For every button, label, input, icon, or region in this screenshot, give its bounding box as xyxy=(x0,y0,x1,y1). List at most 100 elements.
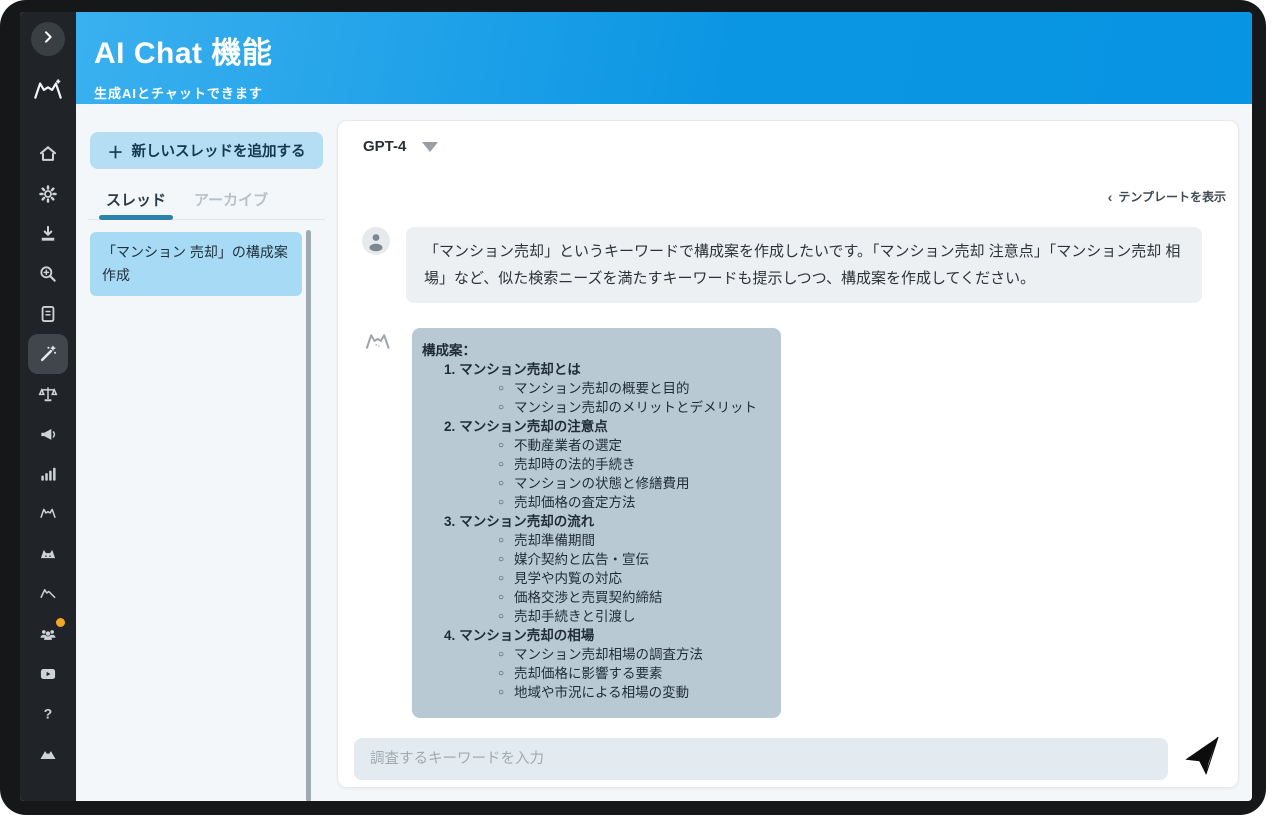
document-icon[interactable] xyxy=(28,294,68,334)
mountain-icon[interactable] xyxy=(28,734,68,774)
cat-outline-icon[interactable] xyxy=(28,494,68,534)
circle-bullet: ○ xyxy=(498,455,504,474)
outline-item: ○ 不動産業者の選定 xyxy=(422,436,757,455)
section-number: 2. xyxy=(444,419,455,434)
outline-item-text: 売却価格に影響する要素 xyxy=(514,664,663,683)
outline-item-text: 地域や市況による相場の変動 xyxy=(514,683,689,702)
scale-icon[interactable] xyxy=(28,374,68,414)
threads-panel: ＋ 新しいスレッドを追加する スレッド アーカイブ 「マンション 売却」の構成案… xyxy=(76,104,337,801)
outline-item-text: 見学や内覧の対応 xyxy=(514,569,622,588)
page-header: AI Chat 機能 生成AIとチャットできます xyxy=(76,12,1252,104)
thread-list-item[interactable]: 「マンション 売却」の構成案作成 xyxy=(90,232,302,296)
settings-gear-icon[interactable] xyxy=(28,174,68,214)
add-thread-button[interactable]: ＋ 新しいスレッドを追加する xyxy=(90,132,323,169)
model-label[interactable]: GPT-4 xyxy=(363,138,406,155)
youtube-icon[interactable] xyxy=(28,654,68,694)
chat-input-row xyxy=(338,718,1238,786)
window-frame: ? AI Chat 機能 生成AIとチャットできます xyxy=(0,0,1266,815)
user-avatar-icon xyxy=(362,227,390,255)
cat-peaks-icon[interactable] xyxy=(28,574,68,614)
section-title-text: マンション売却の相場 xyxy=(459,628,594,643)
outline-item-text: 価格交渉と売買契約締結 xyxy=(514,588,663,607)
outline-item: ○ 媒介契約と広告・宣伝 xyxy=(422,550,757,569)
outline-section-title: 3. マンション売却の流れ xyxy=(422,512,757,531)
user-message-row: 「マンション売却」というキーワードで構成案を作成したいです。「マンション売却 注… xyxy=(362,227,1214,303)
circle-bullet: ○ xyxy=(498,436,504,455)
messages-list: 「マンション売却」というキーワードで構成案を作成したいです。「マンション売却 注… xyxy=(338,205,1238,718)
outline-item-text: マンション売却相場の調査方法 xyxy=(514,645,703,664)
section-number: 4. xyxy=(444,628,455,643)
assistant-avatar-icon xyxy=(362,328,396,356)
megaphone-icon[interactable] xyxy=(28,414,68,454)
zoom-search-icon[interactable] xyxy=(28,254,68,294)
outline-item-text: 媒介契約と広告・宣伝 xyxy=(514,550,649,569)
outline-item: ○ 売却価格に影響する要素 xyxy=(422,664,757,683)
section-title-text: マンション売却の流れ xyxy=(459,514,594,529)
show-template-link[interactable]: ‹ テンプレートを表示 xyxy=(1108,188,1226,205)
home-icon[interactable] xyxy=(28,134,68,174)
outline-item-text: マンション売却の概要と目的 xyxy=(514,379,690,398)
circle-bullet: ○ xyxy=(498,531,504,550)
chat-card: GPT-4 ‹ テンプレートを表示 xyxy=(337,120,1239,788)
section-number: 3. xyxy=(444,514,455,529)
outline-item: ○ 価格交渉と売買契約締結 xyxy=(422,588,757,607)
circle-bullet: ○ xyxy=(498,664,504,683)
outline-item-text: 不動産業者の選定 xyxy=(514,436,622,455)
bar-chart-icon[interactable] xyxy=(28,454,68,494)
outline-section-title: 1. マンション売却とは xyxy=(422,360,757,379)
chevron-left-icon: ‹ xyxy=(1108,189,1113,205)
section-title-text: マンション売却とは xyxy=(459,362,581,377)
page-title: AI Chat 機能 xyxy=(94,28,1252,72)
plus-icon: ＋ xyxy=(107,139,123,163)
outline-intro: 構成案： xyxy=(422,341,757,360)
tab-archive[interactable]: アーカイブ xyxy=(194,189,268,219)
circle-bullet: ○ xyxy=(498,379,504,398)
notification-badge xyxy=(56,618,65,627)
outline-item: ○ 見学や内覧の対応 xyxy=(422,569,757,588)
outline-item-text: 売却時の法的手続き xyxy=(514,455,636,474)
section-title-text: マンション売却の注意点 xyxy=(459,419,608,434)
outline-item-text: 売却手続きと引渡し xyxy=(514,607,636,626)
section-number: 1. xyxy=(444,362,455,377)
circle-bullet: ○ xyxy=(498,683,504,702)
send-button[interactable] xyxy=(1176,732,1230,786)
outline-item: ○ マンション売却の概要と目的 xyxy=(422,379,757,398)
cat-filled-icon[interactable] xyxy=(28,534,68,574)
thread-tabs: スレッド アーカイブ xyxy=(106,189,323,219)
model-selector[interactable]: GPT-4 xyxy=(338,121,1238,168)
outline-item: ○マンション売却のメリットとデメリット xyxy=(422,398,757,417)
community-users-icon[interactable] xyxy=(28,614,68,654)
circle-bullet: ○ xyxy=(498,398,504,417)
keyword-input[interactable] xyxy=(354,738,1168,780)
sidebar-collapse-button[interactable] xyxy=(31,22,65,56)
magic-wand-icon[interactable] xyxy=(28,334,68,374)
outline-item: ○ 売却時の法的手続き xyxy=(422,455,757,474)
threads-scrollbar[interactable] xyxy=(306,230,311,801)
paper-plane-icon xyxy=(1181,737,1225,781)
outline-item-text: 売却価格の査定方法 xyxy=(514,493,636,512)
screenshot-root: ? AI Chat 機能 生成AIとチャットできます xyxy=(0,0,1280,827)
outline-item: ○ 地域や市況による相場の変動 xyxy=(422,683,757,702)
download-icon[interactable] xyxy=(28,214,68,254)
circle-bullet: ○ xyxy=(498,588,504,607)
assistant-message-bubble: 構成案： 1.マンション売却とは ○マンション売却の概要と目的 ○マンション売却… xyxy=(412,328,781,718)
circle-bullet: ○ xyxy=(498,493,504,512)
assistant-message-row: 構成案： 1.マンション売却とは ○マンション売却の概要と目的 ○マンション売却… xyxy=(362,328,1214,718)
help-icon[interactable]: ? xyxy=(28,694,68,734)
circle-bullet: ○ xyxy=(498,569,504,588)
outline-item: ○売却準備期間 xyxy=(422,531,757,550)
user-message-bubble: 「マンション売却」というキーワードで構成案を作成したいです。「マンション売却 注… xyxy=(406,227,1202,303)
circle-bullet: ○ xyxy=(498,550,504,569)
page-subtitle: 生成AIとチャットできます xyxy=(94,83,1252,102)
chevron-right-icon xyxy=(40,29,56,50)
outline-item: ○マンション売却相場の調査方法 xyxy=(422,645,757,664)
outline-section-title: 4. マンション売却の相場 xyxy=(422,626,757,645)
app-window: ? AI Chat 機能 生成AIとチャットできます xyxy=(20,12,1252,801)
circle-bullet: ○ xyxy=(498,474,504,493)
outline-item: ○売却手続きと引渡し xyxy=(422,607,757,626)
brand-logo-icon[interactable] xyxy=(29,74,67,108)
tab-threads[interactable]: スレッド xyxy=(106,189,166,219)
show-template-label: テンプレートを表示 xyxy=(1118,188,1226,205)
add-thread-label: 新しいスレッドを追加する xyxy=(132,140,306,161)
chevron-down-icon[interactable] xyxy=(422,142,438,152)
